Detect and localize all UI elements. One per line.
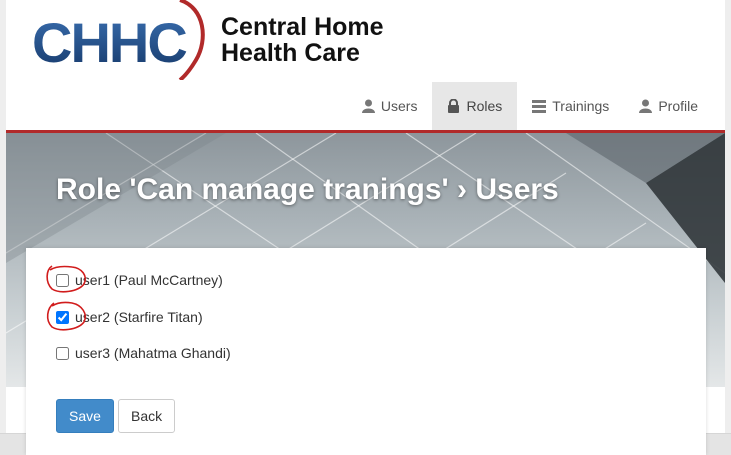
back-button[interactable]: Back [118, 399, 175, 433]
user-icon [639, 99, 653, 113]
user2-label: user2 (Starfire Titan) [75, 309, 203, 325]
list-icon [532, 99, 547, 113]
nav-item-profile[interactable]: Profile [624, 82, 713, 130]
nav-item-roles[interactable]: Roles [432, 82, 518, 130]
user-option-2[interactable]: user2 (Starfire Titan) [56, 309, 203, 325]
nav-label-users: Users [380, 98, 418, 114]
user3-label: user3 (Mahatma Ghandi) [75, 345, 231, 361]
site-logo[interactable]: CHHC Central Home Health Care [30, 0, 410, 80]
user-option-1[interactable]: user1 (Paul McCartney) [56, 272, 223, 288]
main-nav: Users Roles Trainings Profile [347, 82, 713, 130]
role-users-card: user1 (Paul McCartney) user2 (Starfire T… [26, 248, 706, 455]
nav-label-profile: Profile [658, 98, 698, 114]
user-icon [361, 99, 375, 113]
user1-label: user1 (Paul McCartney) [75, 272, 223, 288]
user3-checkbox[interactable] [56, 346, 69, 360]
nav-item-trainings[interactable]: Trainings [517, 82, 624, 130]
nav-label-roles: Roles [466, 98, 503, 114]
brand-name: Central Home Health Care [221, 14, 384, 66]
user2-checkbox[interactable] [56, 310, 69, 324]
page-title: Role 'Can manage tranings' › Users [56, 173, 559, 206]
logo-letters: CHHC [32, 11, 186, 74]
nav-label-trainings: Trainings [552, 98, 610, 114]
user-option-3[interactable]: user3 (Mahatma Ghandi) [56, 345, 231, 361]
logo-mark: CHHC [32, 0, 205, 80]
user1-checkbox[interactable] [56, 273, 69, 287]
brand-name-line1: Central Home [221, 13, 384, 41]
lock-icon [448, 99, 460, 113]
nav-item-users[interactable]: Users [347, 82, 433, 130]
brand-name-line2: Health Care [221, 39, 360, 67]
save-button[interactable]: Save [56, 399, 114, 433]
